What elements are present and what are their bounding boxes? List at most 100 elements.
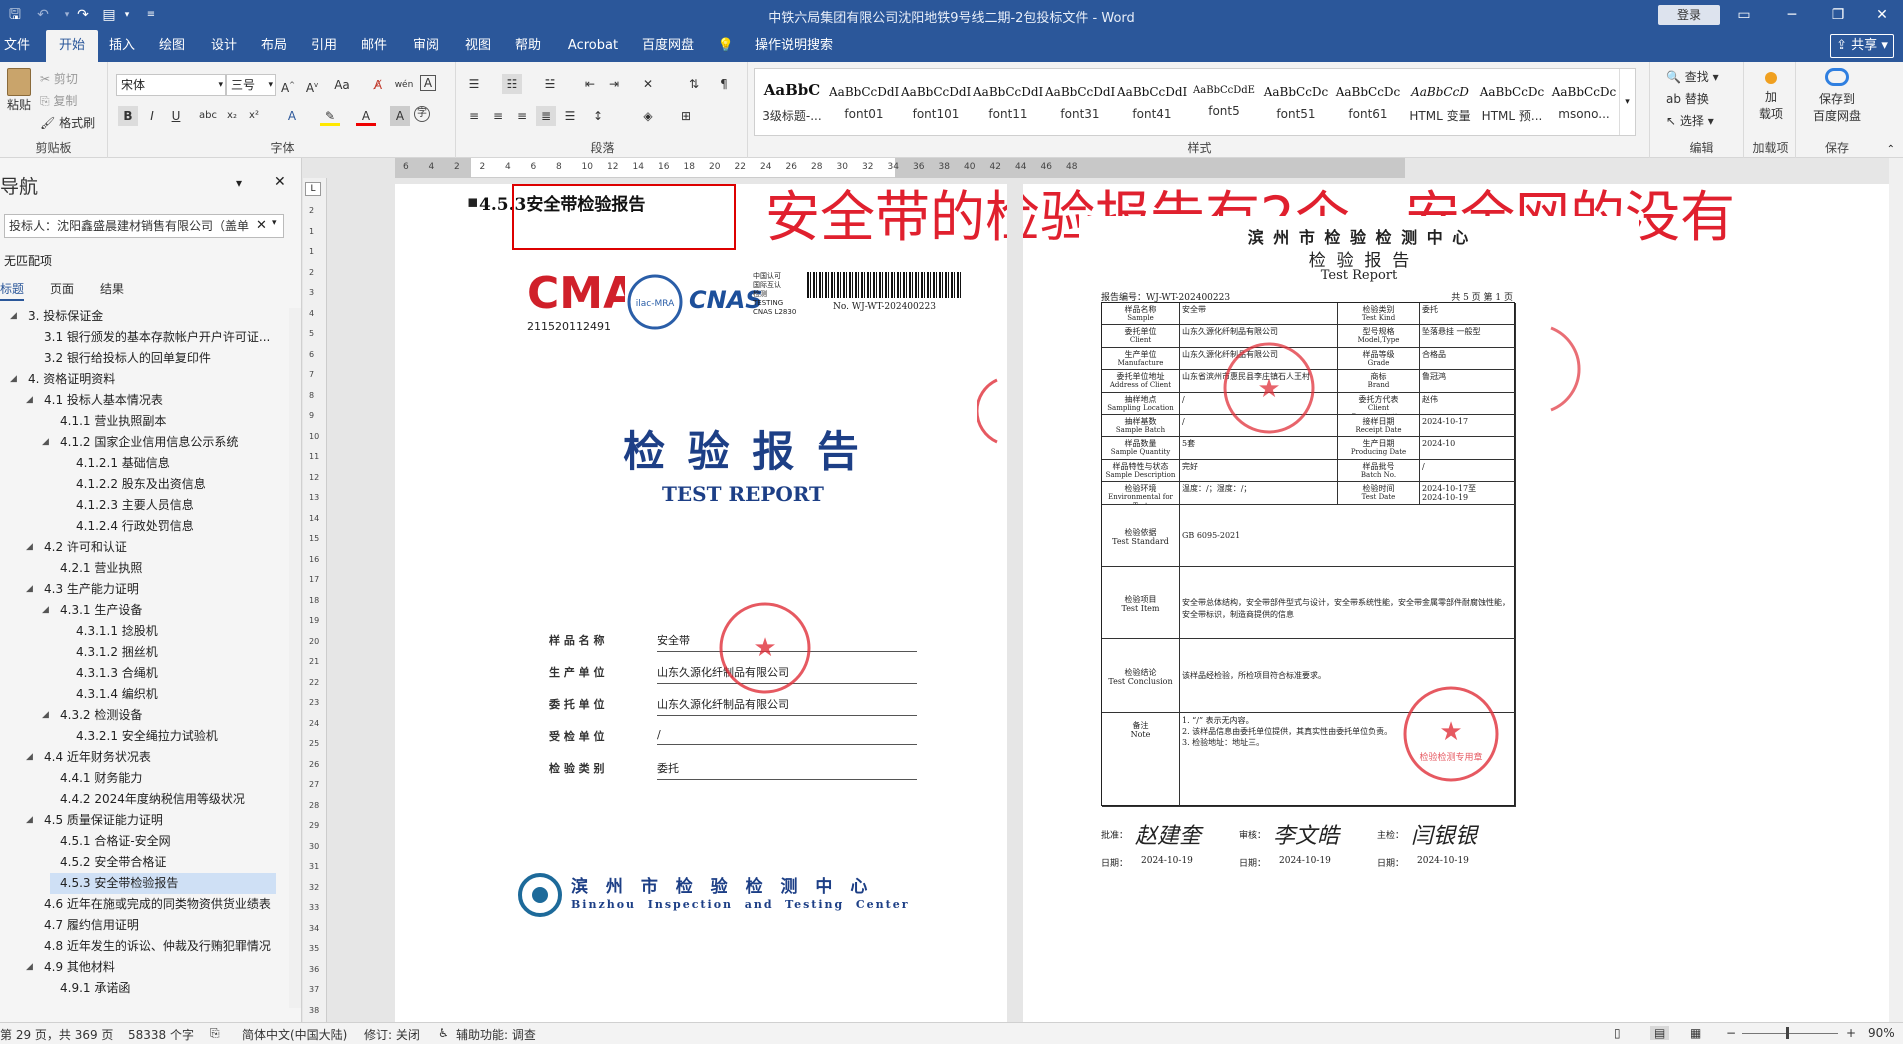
nav-search-input[interactable]: 投标人：沈阳鑫盛晨建材销售有限公司（盖单 (4, 214, 284, 238)
increase-indent-icon[interactable]: ⇥ (604, 74, 624, 94)
underline-icon[interactable]: U (166, 106, 186, 126)
nav-heading-item[interactable]: 4.2 许可和认证 (34, 537, 127, 558)
clear-search-icon[interactable]: ✕ (256, 218, 267, 233)
tab-acrobat[interactable]: Acrobat (562, 30, 624, 62)
minimize-icon[interactable]: ─ (1772, 4, 1812, 26)
distributed-icon[interactable]: ☰ (560, 106, 580, 126)
bold-icon[interactable]: B (118, 106, 138, 126)
nav-heading-item[interactable]: 3.2 银行给投标人的回单复印件 (34, 348, 211, 369)
nav-tab-headings[interactable]: 标题 (0, 280, 25, 301)
nav-heading-item[interactable]: 4.4.1 财务能力 (50, 768, 142, 789)
nav-heading-item[interactable]: 4.3.1.4 编织机 (66, 684, 158, 705)
style-item[interactable]: AaBbCcDdI font11 (973, 71, 1043, 135)
tab-help[interactable]: 帮助 (510, 30, 546, 62)
nav-heading-item[interactable]: 4.4 近年财务状况表 (34, 747, 151, 768)
nav-heading-item[interactable]: 4.1 投标人基本情况表 (34, 390, 163, 411)
shrink-font-icon[interactable]: Av (302, 75, 322, 95)
change-case-icon[interactable]: Aa (332, 75, 352, 95)
nav-heading-item[interactable]: 4.9 其他材料 (34, 957, 115, 978)
justify-icon[interactable]: ≣ (536, 106, 556, 126)
tab-insert[interactable]: 插入 (104, 30, 140, 62)
restore-icon[interactable]: ❐ (1818, 4, 1858, 26)
nav-tab-pages[interactable]: 页面 (50, 280, 74, 297)
style-item[interactable]: AaBbCcD HTML 变量 (1405, 71, 1475, 135)
focus-mode-icon[interactable]: ▯ (1614, 1026, 1621, 1040)
tell-me-search[interactable]: 操作说明搜索 (744, 30, 844, 62)
nav-heading-item[interactable]: 4.3.1 生产设备 (50, 600, 142, 621)
track-changes[interactable]: 修订: 关闭 (364, 1026, 420, 1043)
shading-icon[interactable]: ◈ (638, 106, 658, 126)
nav-heading-item[interactable]: 4.3.1.2 捆丝机 (66, 642, 158, 663)
tab-selector[interactable]: L (305, 182, 321, 196)
chinese-layout-icon[interactable]: ✕ (638, 74, 658, 94)
share-button[interactable]: ⇪ 共享 ▾ (1830, 34, 1894, 58)
align-left-icon[interactable]: ≡ (464, 106, 484, 126)
nav-heading-item[interactable]: 4.5.1 合格证-安全网 (50, 831, 171, 852)
char-border-icon[interactable]: A (420, 75, 436, 91)
login-button[interactable]: 登录 (1658, 5, 1720, 25)
align-center-icon[interactable]: ≡ (488, 106, 508, 126)
tab-design[interactable]: 设计 (206, 30, 242, 62)
vertical-scrollbar[interactable] (1889, 158, 1903, 1022)
lightbulb-icon[interactable]: 💡 (716, 30, 736, 62)
nav-heading-item[interactable]: 4.3.2.1 安全绳拉力试验机 (66, 726, 218, 747)
borders-icon[interactable]: ⊞ (676, 106, 696, 126)
ribbon-display-icon[interactable]: ▭ (1724, 4, 1764, 26)
zoom-thumb[interactable] (1786, 1027, 1789, 1039)
expand-collapse-icon[interactable]: ◢ (26, 747, 33, 768)
italic-icon[interactable]: I (142, 106, 162, 126)
clear-format-icon[interactable]: A̸ (368, 75, 388, 95)
multilevel-list-icon[interactable]: ☱ (540, 74, 560, 94)
search-dropdown-icon[interactable]: ▾ (272, 218, 277, 228)
show-marks-icon[interactable]: ¶ (714, 74, 734, 94)
document-page[interactable]: ▪ 4.5.3安全带检验报告 安全带的检验报告有2个，安全网的没有 CMA 21… (395, 184, 1895, 1022)
style-item[interactable]: AaBbCcDdI font101 (901, 71, 971, 135)
tab-file[interactable]: 文件 (0, 30, 34, 62)
nav-heading-item[interactable]: 4.2.1 营业执照 (50, 558, 142, 579)
nav-heading-item[interactable]: 4.3.1.3 合绳机 (66, 663, 158, 684)
nav-heading-item[interactable]: 4.3.1.1 捻股机 (66, 621, 158, 642)
tab-view[interactable]: 视图 (460, 30, 496, 62)
nav-heading-item[interactable]: 4.9.1 承诺函 (50, 978, 130, 999)
tab-mailings[interactable]: 邮件 (356, 30, 392, 62)
cut-button[interactable]: ✂ 剪切 (40, 70, 78, 87)
expand-collapse-icon[interactable]: ◢ (10, 369, 17, 390)
numbering-icon[interactable]: ☷ (502, 74, 522, 94)
expand-collapse-icon[interactable]: ◢ (26, 810, 33, 831)
nav-heading-item[interactable]: 4.8 近年发生的诉讼、仲裁及行贿犯罪情况 (34, 936, 271, 957)
expand-collapse-icon[interactable]: ◢ (26, 957, 33, 978)
tab-draw[interactable]: 绘图 (154, 30, 190, 62)
save-baidu-button[interactable]: 保存到 百度网盘 (1804, 66, 1870, 124)
tab-references[interactable]: 引用 (306, 30, 342, 62)
highlight-icon[interactable]: ✎ (320, 106, 340, 126)
nav-heading-item[interactable]: 4.3 生产能力证明 (34, 579, 139, 600)
styles-more-icon[interactable]: ▾ (1619, 69, 1635, 135)
nav-heading-item[interactable]: 4.6 近年在施或完成的同类物资供货业绩表 (34, 894, 271, 915)
expand-collapse-icon[interactable]: ◢ (26, 390, 33, 411)
phonetic-guide-icon[interactable]: wén (394, 75, 414, 95)
accessibility-icon[interactable]: ♿ (438, 1026, 449, 1040)
nav-heading-item[interactable]: 4.5 质量保证能力证明 (34, 810, 163, 831)
expand-collapse-icon[interactable]: ◢ (42, 432, 49, 453)
font-color-icon[interactable]: A (356, 106, 376, 126)
style-item[interactable]: AaBbCcDdI font41 (1117, 71, 1187, 135)
format-painter-button[interactable]: 🖌 格式刷 (40, 114, 95, 131)
nav-heading-item[interactable]: 4.1.2.4 行政处罚信息 (66, 516, 194, 537)
paste-button[interactable]: 粘贴 (4, 68, 34, 122)
nav-heading-item[interactable]: 4.1.1 营业执照副本 (50, 411, 166, 432)
grow-font-icon[interactable]: A^ (278, 75, 298, 95)
zoom-level[interactable]: 90% (1868, 1026, 1895, 1040)
print-layout-icon[interactable]: ▤ (1650, 1026, 1670, 1040)
align-right-icon[interactable]: ≡ (512, 106, 532, 126)
language[interactable]: 简体中文(中国大陆) (242, 1026, 347, 1043)
style-item[interactable]: AaBbCcDc msono... (1549, 71, 1619, 135)
tab-home[interactable]: 开始 (46, 30, 98, 62)
style-item[interactable]: AaBbCcDdE font5 (1189, 71, 1259, 135)
tab-review[interactable]: 审阅 (408, 30, 444, 62)
zoom-slider[interactable] (1742, 1033, 1838, 1034)
close-window-icon[interactable]: ✕ (1862, 4, 1902, 26)
accessibility-status[interactable]: 辅助功能: 调查 (456, 1026, 536, 1043)
nav-heading-item[interactable]: 4.7 履约信用证明 (34, 915, 139, 936)
sort-icon[interactable]: ⇅ (684, 74, 704, 94)
nav-heading-item[interactable]: 4.5.3 安全带检验报告 (50, 873, 276, 894)
